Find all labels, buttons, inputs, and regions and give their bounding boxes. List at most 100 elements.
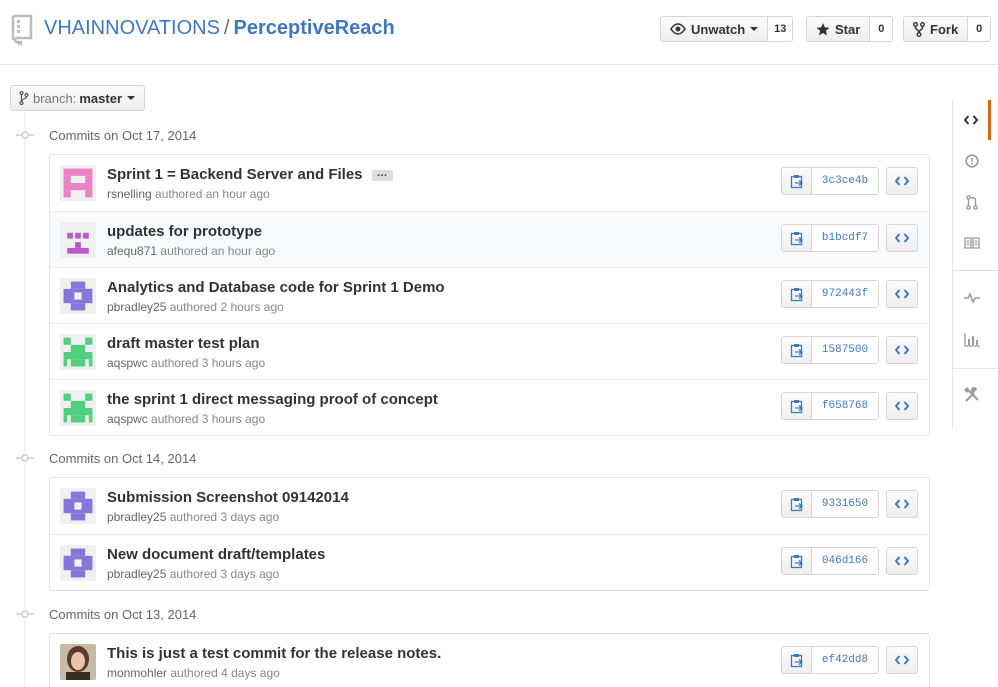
nav-settings[interactable] xyxy=(953,375,991,415)
copy-sha-button[interactable] xyxy=(782,337,812,363)
sha-button-group: f658768 xyxy=(781,392,879,420)
commit-message-link[interactable]: New document draft/templates xyxy=(107,546,325,563)
commit-sha-link[interactable]: 3c3ce4b xyxy=(812,168,878,194)
commit-author[interactable]: afequ871 xyxy=(107,244,157,258)
commit-message-link[interactable]: Sprint 1 = Backend Server and Files… xyxy=(107,166,393,183)
avatar[interactable] xyxy=(60,278,96,314)
nav-code[interactable] xyxy=(953,100,991,140)
commit-meta: pbradley25 authored 2 hours ago xyxy=(107,300,284,314)
star-button[interactable]: Star xyxy=(807,17,871,41)
commit-author[interactable]: pbradley25 xyxy=(107,300,166,314)
copy-sha-button[interactable] xyxy=(782,281,812,307)
repo-owner-link[interactable]: VHAINNOVATIONS xyxy=(44,17,220,39)
commit-author[interactable]: aqspwc xyxy=(107,356,148,370)
commit-sha-link[interactable]: 046d166 xyxy=(812,548,878,574)
commit-time: authored 3 hours ago xyxy=(151,356,266,370)
commit-sha-link[interactable]: f658768 xyxy=(812,393,878,419)
browse-code-button[interactable] xyxy=(886,490,918,518)
graphs-icon xyxy=(964,333,980,347)
commit-row: Analytics and Database code for Sprint 1… xyxy=(50,267,929,323)
commit-author[interactable]: rsnelling xyxy=(107,187,152,201)
commit-message-link[interactable]: Submission Screenshot 09142014 xyxy=(107,489,349,506)
copy-sha-button[interactable] xyxy=(782,168,812,194)
nav-issues[interactable] xyxy=(953,141,991,181)
clipboard-icon xyxy=(790,653,803,667)
copy-sha-button[interactable] xyxy=(782,225,812,251)
commit-author[interactable]: monmohler xyxy=(107,666,167,680)
chevron-down-icon xyxy=(750,27,759,31)
code-icon xyxy=(895,233,909,243)
star-icon xyxy=(816,22,830,35)
nav-pull-requests[interactable] xyxy=(953,182,991,222)
avatar[interactable] xyxy=(60,222,96,258)
commit-author[interactable]: aqspwc xyxy=(107,412,148,426)
clipboard-icon xyxy=(790,343,803,357)
code-icon xyxy=(963,115,978,125)
browse-code-button[interactable] xyxy=(886,646,918,674)
commit-message-link[interactable]: updates for prototype xyxy=(107,223,262,240)
avatar[interactable] xyxy=(60,488,96,524)
commit-list: This is just a test commit for the relea… xyxy=(49,633,930,687)
stars-count[interactable]: 0 xyxy=(870,17,893,41)
commit-sha-link[interactable]: 972443f xyxy=(812,281,878,307)
commit-sha-link[interactable]: 1587500 xyxy=(812,337,878,363)
commit-node-icon xyxy=(16,454,34,462)
fork-button[interactable]: Fork xyxy=(904,17,969,41)
code-icon xyxy=(895,655,909,665)
timeline-line xyxy=(24,112,26,687)
copy-sha-button[interactable] xyxy=(782,647,812,673)
commit-sha-link[interactable]: b1bcdf7 xyxy=(812,225,878,251)
repo-name-link[interactable]: PerceptiveReach xyxy=(234,17,395,39)
copy-sha-button[interactable] xyxy=(782,548,812,574)
nav-pulse[interactable] xyxy=(953,278,991,318)
commit-sha-link[interactable]: 9331650 xyxy=(812,491,878,517)
branch-selector[interactable]: branch: master xyxy=(10,85,146,111)
browse-code-button[interactable] xyxy=(886,224,918,252)
pull-request-icon xyxy=(966,194,978,210)
code-icon xyxy=(895,556,909,566)
commit-row: New document draft/templates pbradley25 … xyxy=(50,534,929,590)
commit-message-link[interactable]: the sprint 1 direct messaging proof of c… xyxy=(107,391,438,408)
commit-sha-link[interactable]: ef42dd8 xyxy=(812,647,878,673)
commit-time: authored 3 days ago xyxy=(169,567,280,581)
avatar[interactable] xyxy=(60,165,96,201)
commit-meta: pbradley25 authored 3 days ago xyxy=(107,567,279,581)
copy-sha-button[interactable] xyxy=(782,491,812,517)
sha-button-group: 046d166 xyxy=(781,547,879,575)
avatar[interactable] xyxy=(60,644,96,680)
browse-code-button[interactable] xyxy=(886,336,918,364)
avatar[interactable] xyxy=(60,390,96,426)
commit-author[interactable]: pbradley25 xyxy=(107,510,166,524)
browse-code-button[interactable] xyxy=(886,167,918,195)
eye-icon xyxy=(670,23,686,35)
fork-label: Fork xyxy=(930,21,959,37)
branch-name: master xyxy=(79,90,123,106)
expand-message-button[interactable]: … xyxy=(371,167,393,181)
commit-meta: aqspwc authored 3 hours ago xyxy=(107,412,265,426)
nav-graphs[interactable] xyxy=(953,320,991,360)
commit-message-link[interactable]: Analytics and Database code for Sprint 1… xyxy=(107,279,445,296)
fork-icon xyxy=(913,21,925,37)
commit-message-link[interactable]: draft master test plan xyxy=(107,335,260,352)
browse-code-button[interactable] xyxy=(886,392,918,420)
avatar[interactable] xyxy=(60,545,96,581)
forks-count[interactable]: 0 xyxy=(968,17,991,41)
commit-meta: afequ871 authored an hour ago xyxy=(107,244,275,258)
settings-icon xyxy=(964,387,979,402)
watchers-count[interactable]: 13 xyxy=(768,17,793,41)
repo-side-nav xyxy=(952,100,998,430)
code-icon xyxy=(895,345,909,355)
fork-button-group: Fork 0 xyxy=(903,16,992,42)
nav-wiki[interactable] xyxy=(953,223,991,263)
unwatch-button[interactable]: Unwatch xyxy=(661,17,769,41)
watch-button-group: Unwatch 13 xyxy=(660,16,794,42)
code-icon xyxy=(895,176,909,186)
browse-code-button[interactable] xyxy=(886,547,918,575)
commit-message-link[interactable]: This is just a test commit for the relea… xyxy=(107,645,441,662)
copy-sha-button[interactable] xyxy=(782,393,812,419)
wiki-icon xyxy=(964,237,980,249)
avatar[interactable] xyxy=(60,334,96,370)
browse-code-button[interactable] xyxy=(886,280,918,308)
repo-title: VHAINNOVATIONS / PerceptiveReach xyxy=(44,17,395,40)
commit-author[interactable]: pbradley25 xyxy=(107,567,166,581)
